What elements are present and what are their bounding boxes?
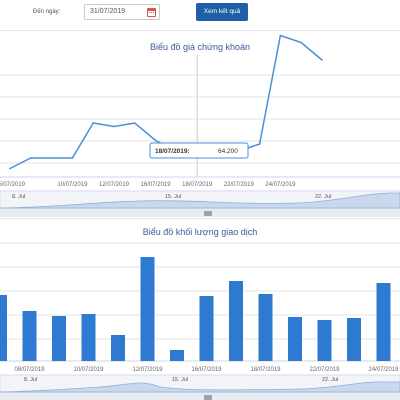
price-point xyxy=(279,34,282,37)
price-navigator-label: 8. Jul xyxy=(12,194,25,200)
volume-chart-panel: Biểu đồ khối lượng giao dịch 08/07/2019 1… xyxy=(0,218,400,400)
price-x-tick-label: 22/07/2019 xyxy=(224,182,255,188)
volume-x-tick-label: 08/07/2019 xyxy=(14,367,45,373)
toolbar: Đến ngày: 31/07/2019 Xem kết quả xyxy=(0,0,400,28)
price-point xyxy=(30,157,32,159)
date-input[interactable]: 31/07/2019 xyxy=(84,4,160,20)
volume-bar xyxy=(199,296,214,361)
price-chart-panel: Biểu đồ giá chứng khoán 18/07/2019: 64,20… xyxy=(0,30,400,217)
price-x-tick-label: 16/07/2019 xyxy=(141,182,172,188)
volume-bar xyxy=(140,257,155,361)
volume-navigator-label: 22. Jul xyxy=(322,377,338,383)
volume-bar xyxy=(22,311,37,361)
price-point xyxy=(113,125,115,128)
price-x-tick-label: 12/07/2019 xyxy=(99,182,130,188)
price-point xyxy=(71,157,74,159)
calendar-icon[interactable] xyxy=(147,8,156,17)
price-tooltip-value: 64,200 xyxy=(218,148,238,155)
volume-bar xyxy=(317,320,332,361)
price-navigator-label: 15. Jul xyxy=(165,194,181,200)
price-point xyxy=(154,139,157,142)
price-scrollbar-handle xyxy=(204,211,212,216)
volume-bar xyxy=(258,294,273,361)
price-x-tick-label: 05/07/2019 xyxy=(0,182,26,188)
volume-chart: Biểu đồ khối lượng giao dịch 08/07/2019 1… xyxy=(0,227,400,400)
volume-chart-title: Biểu đồ khối lượng giao dịch xyxy=(143,227,258,237)
price-scrollbar xyxy=(0,210,400,217)
volume-x-tick-label: 18/07/2019 xyxy=(250,367,281,373)
volume-x-tick-label: 22/07/2019 xyxy=(309,367,340,373)
price-point xyxy=(9,167,11,170)
price-chart: Biểu đồ giá chứng khoán 18/07/2019: 64,20… xyxy=(0,34,400,217)
volume-x-tick-label: 24/07/2019 xyxy=(368,367,399,373)
price-tooltip-date: 18/07/2019: xyxy=(155,148,190,155)
volume-bar xyxy=(229,281,243,361)
volume-bar xyxy=(81,314,96,361)
date-input-value: 31/07/2019 xyxy=(90,8,126,15)
price-navigator-label: 22. Jul xyxy=(315,194,331,200)
price-point xyxy=(258,143,261,145)
volume-scrollbar-handle xyxy=(204,395,212,400)
price-point xyxy=(300,41,303,44)
view-results-button[interactable]: Xem kết quả xyxy=(196,3,248,21)
volume-bar xyxy=(347,318,361,361)
volume-scrollbar xyxy=(0,394,400,400)
volume-bar xyxy=(170,350,184,361)
volume-bar xyxy=(376,283,391,361)
price-chart-title: Biểu đồ giá chứng khoán xyxy=(150,42,250,52)
volume-x-tick-label: 16/07/2019 xyxy=(191,367,222,373)
price-point xyxy=(92,122,94,124)
volume-bar xyxy=(52,316,66,361)
date-label: Đến ngày: xyxy=(33,9,61,15)
volume-navigator-label: 15. Jul xyxy=(172,377,188,383)
volume-bar xyxy=(288,317,302,361)
volume-x-tick-label: 10/07/2019 xyxy=(73,367,104,373)
volume-bar xyxy=(0,295,7,361)
volume-navigator-label: 8. Jul xyxy=(24,377,37,383)
price-x-tick-label: 24/07/2019 xyxy=(265,182,296,188)
price-point xyxy=(50,157,53,159)
volume-x-tick-label: 12/07/2019 xyxy=(132,367,163,373)
price-x-tick-label: 18/07/2019 xyxy=(182,182,213,188)
price-x-tick-label: 10/07/2019 xyxy=(57,182,88,188)
volume-bar xyxy=(111,335,125,361)
price-point xyxy=(134,122,136,124)
price-point xyxy=(321,59,323,61)
